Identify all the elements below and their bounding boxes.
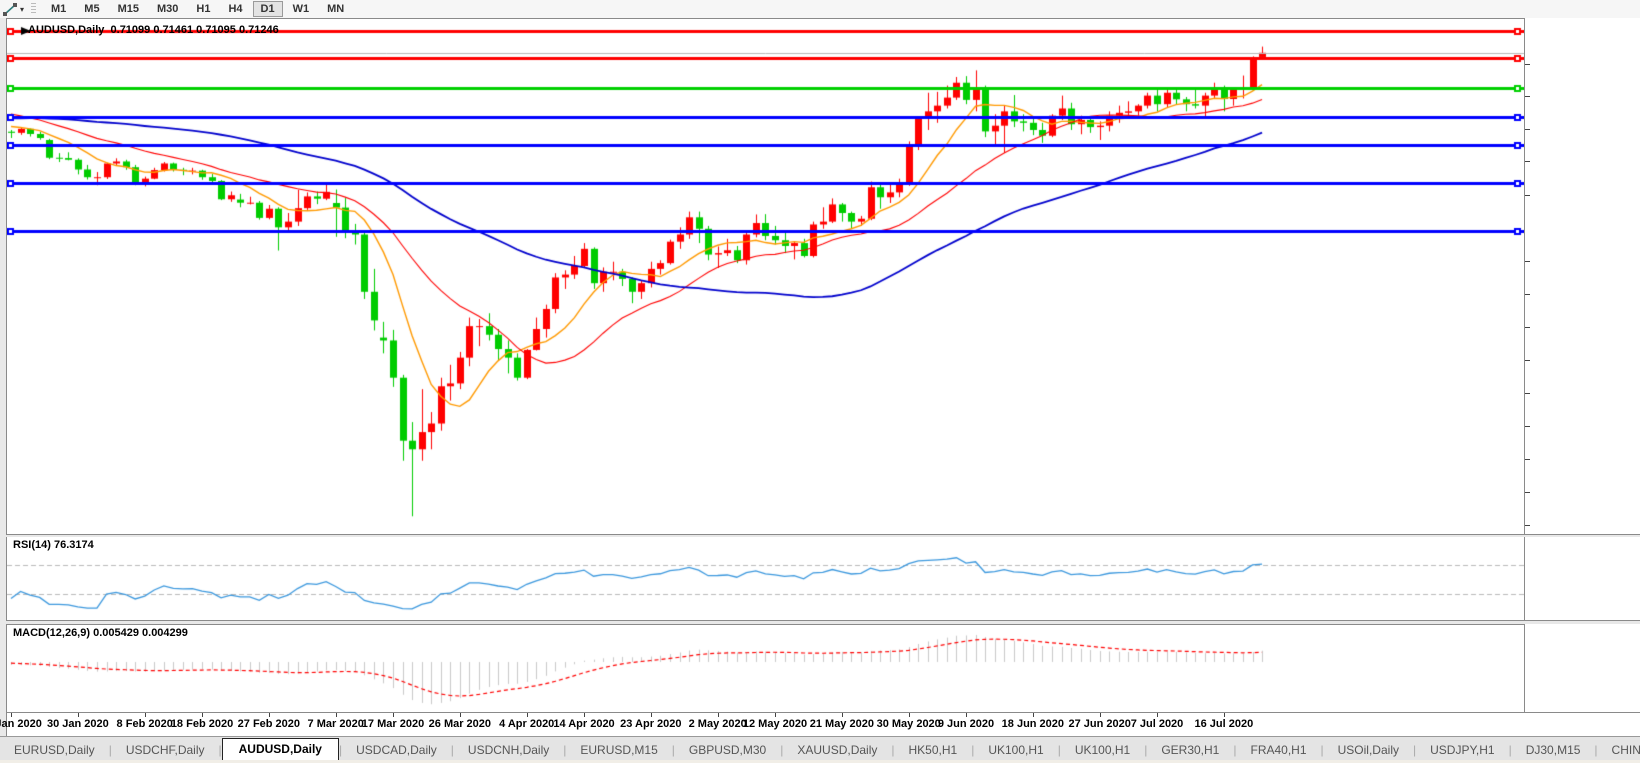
timeframe-button-w1[interactable]: W1 — [285, 1, 318, 17]
date-tick — [841, 713, 843, 717]
rsi-panel-canvas[interactable] — [7, 537, 1524, 620]
mt4-chart-window: ▾ M1 M5 M15 M30 H1 H4 D1 W1 MN AUDUSD,Daily 0.71… — [0, 0, 1640, 763]
price-tick-dash — [1525, 492, 1530, 494]
date-label: 14 Apr 2020 — [553, 718, 615, 730]
price-tick-dash — [1525, 426, 1530, 428]
chart-tab-dj30-m15[interactable]: DJ30,M15 — [1512, 740, 1595, 761]
timeframe-button-m15[interactable]: M15 — [110, 1, 147, 17]
chart-tab-usdjpy-h1[interactable]: USDJPY,H1 — [1416, 740, 1508, 761]
price-tick-dash — [1525, 359, 1530, 361]
chart-tab-usdcnh-daily[interactable]: USDCNH,Daily — [454, 740, 563, 761]
timeframe-button-m30[interactable]: M30 — [149, 1, 186, 17]
date-label: 12 May 2020 — [742, 718, 808, 730]
timeframe-buttons: M1 M5 M15 M30 H1 H4 D1 W1 MN — [42, 1, 353, 17]
timeframe-button-mn[interactable]: MN — [319, 1, 352, 17]
chart-tab-hk50-h1[interactable]: HK50,H1 — [895, 740, 972, 761]
price-tick-dash — [1525, 261, 1530, 263]
date-label: 21 May 2020 — [809, 718, 874, 730]
date-tick — [202, 713, 203, 717]
rsi-axis[interactable]: 10070300 — [1524, 537, 1640, 620]
date-tick — [459, 713, 461, 717]
date-label: 7 Mar 2020 — [307, 718, 364, 730]
price-tick-dash — [1525, 194, 1530, 196]
date-label: 27 Jun 2020 — [1068, 718, 1131, 730]
macd-label: MACD(12,26,9) 0.005429 0.004299 — [13, 627, 188, 639]
crosshair-tool-button[interactable]: ▾ — [0, 1, 27, 17]
date-label: 17 Mar 2020 — [361, 718, 425, 730]
date-tick — [144, 713, 146, 717]
date-axis[interactable]: 21 Jan 2020 30 Jan 2020 8 Feb 202018 Feb 2… — [0, 712, 1640, 737]
timeframe-toolbar: ▾ M1 M5 M15 M30 H1 H4 D1 W1 MN — [0, 0, 1640, 19]
date-tick — [584, 713, 585, 717]
price-axis[interactable]: 0.708700.697300.685900.674500.662800.639… — [1524, 18, 1640, 534]
date-label: 4 Apr 2020 — [499, 718, 555, 730]
price-tick-dash — [1525, 128, 1530, 130]
date-tick — [11, 713, 12, 717]
price-tick-dash — [1525, 63, 1530, 65]
crosshair-tool-icon — [3, 2, 17, 16]
price-tick-dash — [1525, 392, 1530, 394]
date-tick — [908, 713, 910, 717]
date-label: 18 Jun 2020 — [1001, 718, 1065, 730]
date-label: 21 Jan 2020 — [0, 718, 42, 730]
chart-tab-eurusd-m15[interactable]: EURUSD,M15 — [566, 740, 671, 761]
price-tick-dash — [1525, 293, 1530, 295]
date-tick — [393, 713, 394, 717]
chart-title: AUDUSD,Daily 0.71099 0.71461 0.71095 0.7… — [28, 24, 279, 36]
chart-tab-fra40-h1[interactable]: FRA40,H1 — [1236, 740, 1320, 761]
date-label: 7 Jul 2020 — [1130, 718, 1184, 730]
chart-tab-usdcad-daily[interactable]: USDCAD,Daily — [342, 740, 451, 761]
chart-tab-usdchf-daily[interactable]: USDCHF,Daily — [112, 740, 219, 761]
timeframe-button-h1[interactable]: H1 — [188, 1, 218, 17]
timeframe-button-d1[interactable]: D1 — [252, 1, 283, 17]
chart-tab-eurusd-daily[interactable]: EURUSD,Daily — [0, 740, 109, 761]
date-label: 30 Jan 2020 — [46, 718, 109, 730]
price-chart-canvas[interactable] — [7, 20, 1524, 533]
date-label: 27 Feb 2020 — [237, 718, 301, 730]
date-label: 2 May 2020 — [688, 718, 747, 730]
rsi-label: RSI(14) 76.3174 — [13, 539, 94, 551]
price-tick-dash — [1525, 458, 1530, 460]
date-tick — [1099, 713, 1101, 717]
date-tick — [650, 713, 652, 717]
chart-tab-uk100-h1[interactable]: UK100,H1 — [1061, 740, 1144, 761]
chart-tab-uk100-h1[interactable]: UK100,H1 — [974, 740, 1057, 761]
price-tick-dash — [1525, 96, 1530, 98]
chart-tab-xauusd-daily[interactable]: XAUUSD,Daily — [783, 740, 891, 761]
date-tick — [335, 713, 337, 717]
macd-panel-canvas[interactable] — [7, 625, 1524, 712]
date-tick — [717, 713, 719, 717]
timeframe-button-m1[interactable]: M1 — [43, 1, 74, 17]
date-label: 16 Jul 2020 — [1194, 718, 1254, 730]
date-tick — [1032, 713, 1034, 717]
chart-tab-bar: EURUSD,Daily | USDCHF,Daily | AUDUSD,Daily | U… — [0, 736, 1640, 761]
date-label: 9 Jun 2020 — [937, 718, 995, 730]
date-tick — [268, 713, 270, 717]
date-tick — [526, 713, 528, 717]
toolbar-grip[interactable] — [31, 3, 37, 15]
date-label: 8 Feb 2020 — [116, 718, 173, 730]
date-tick — [1157, 713, 1158, 717]
chart-tab-gbpusd-m30[interactable]: GBPUSD,M30 — [675, 740, 780, 761]
date-label: 23 Apr 2020 — [620, 718, 682, 730]
macd-axis[interactable]: 0.0157410.00-0.024412 — [1524, 624, 1640, 712]
date-tick — [1223, 713, 1225, 717]
price-tick-dash — [1525, 524, 1530, 526]
date-tick — [775, 713, 776, 717]
date-label: 30 May 2020 — [876, 718, 941, 730]
chart-tab-ger30-h1[interactable]: GER30,H1 — [1147, 740, 1233, 761]
chevron-down-icon: ▾ — [20, 4, 25, 14]
date-label: 26 Mar 2020 — [428, 718, 492, 730]
chart-tab-china300-h4[interactable]: CHINA300,H4 — [1598, 740, 1640, 761]
price-tick-dash — [1525, 161, 1530, 163]
chart-tab-usoil-daily[interactable]: USOil,Daily — [1324, 740, 1413, 761]
date-tick — [966, 713, 967, 717]
price-tick-dash — [1525, 327, 1530, 329]
timeframe-button-m5[interactable]: M5 — [76, 1, 107, 17]
date-tick — [77, 713, 79, 717]
timeframe-button-h4[interactable]: H4 — [220, 1, 250, 17]
date-label: 18 Feb 2020 — [170, 718, 234, 730]
chart-tab-audusd-daily[interactable]: AUDUSD,Daily — [221, 738, 339, 761]
